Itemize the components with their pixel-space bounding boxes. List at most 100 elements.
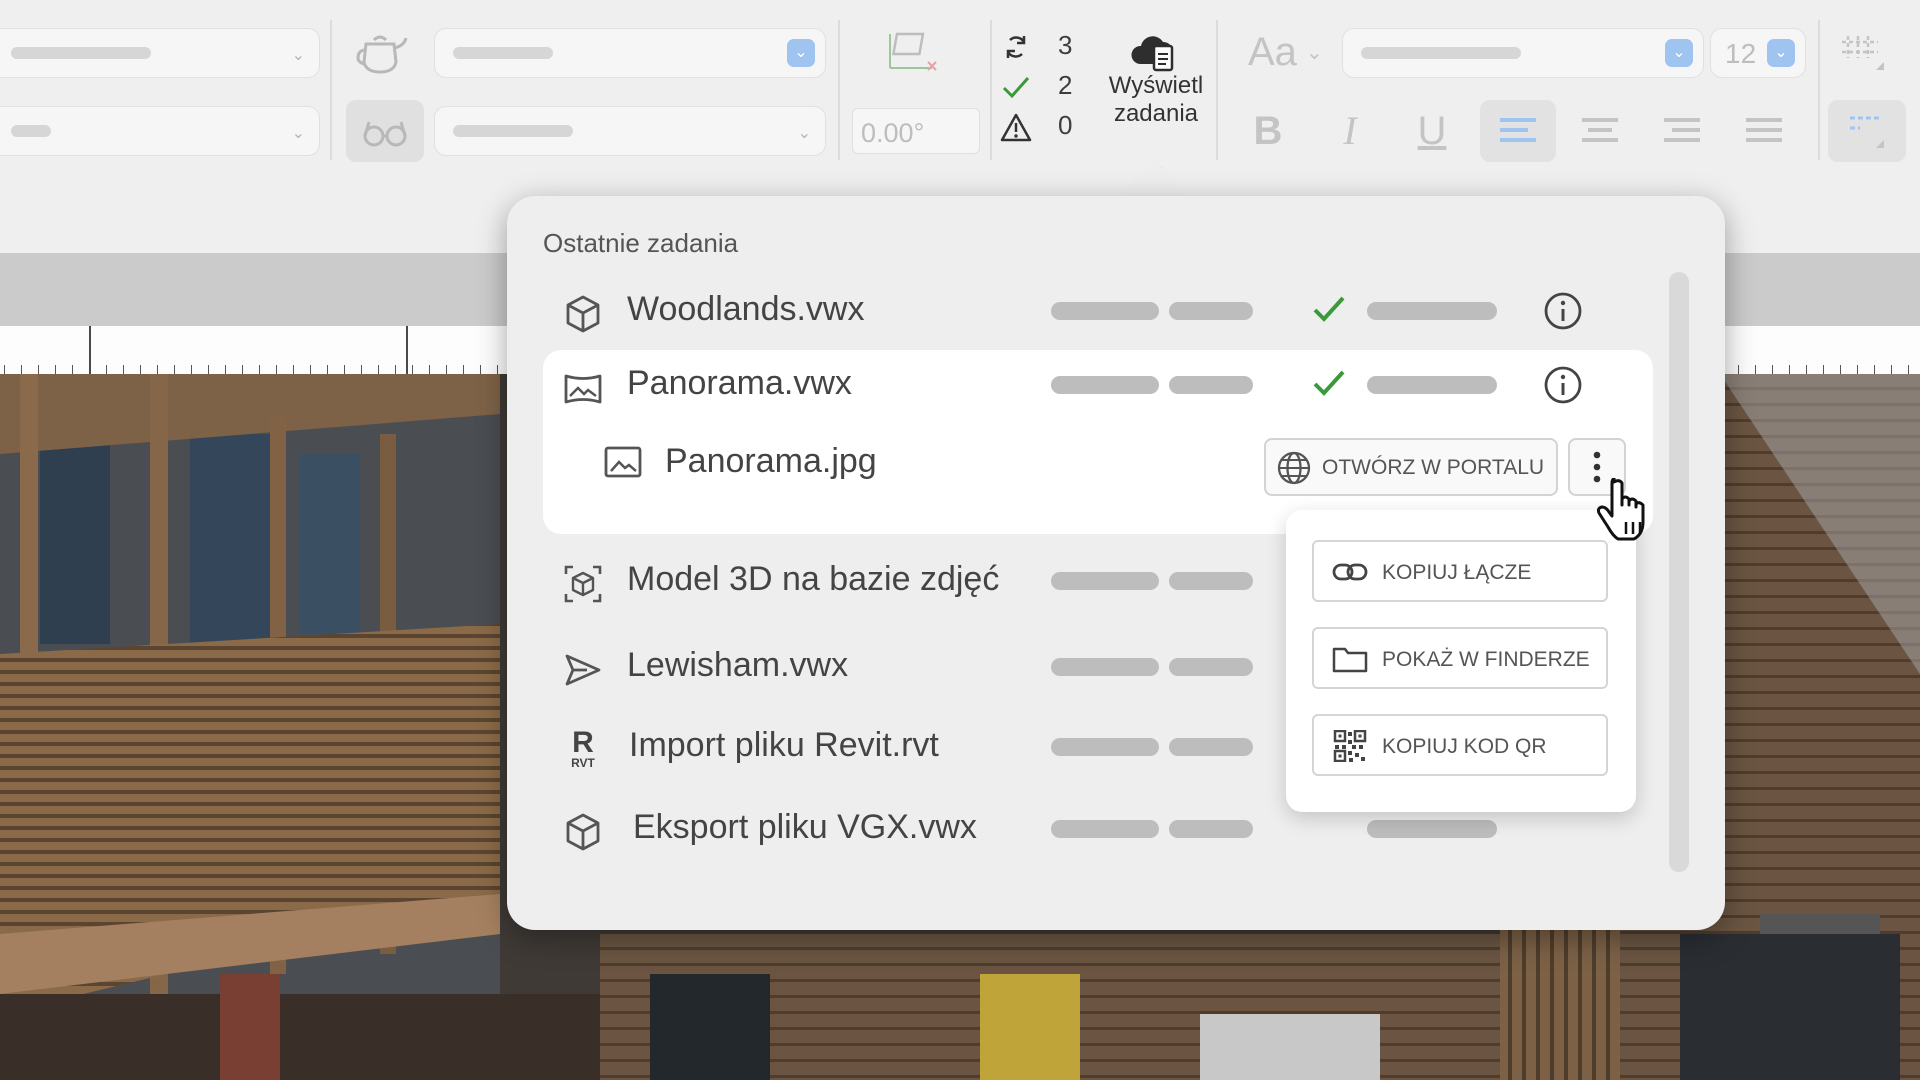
italic-button[interactable]: I [1312,100,1388,162]
task-name: Model 3D na bazie zdjęć [627,560,1000,598]
ruler-tick [1857,365,1858,374]
hand-cursor-icon [1596,478,1645,541]
ruler-tick [276,365,277,374]
chevron-down-icon: ⌄ [787,39,815,67]
chevron-down-icon: ⌄ [291,125,305,142]
ruler-tick [1755,365,1756,374]
ruler-tick [123,365,124,374]
ruler-tick [1789,365,1790,374]
align-center-button[interactable] [1562,100,1638,162]
done-count: 2 [1058,70,1073,100]
check-icon [1002,77,1030,99]
more-options-menu: KOPIUJ ŁĄCZE POKAŻ W FINDERZE KOPIUJ KOD… [1286,510,1636,812]
font-style-button[interactable]: Aa ⌄ [1248,28,1328,78]
send-arrow-icon [565,654,601,686]
ruler-tick [1840,365,1841,374]
open-in-portal-button[interactable]: OTWÓRZ W PORTALU [1264,438,1558,496]
scrollbar[interactable] [1669,272,1689,872]
folder-icon [1332,647,1368,673]
ruler-tick [174,365,175,374]
task-row-woodlands[interactable]: Woodlands.vwx [543,276,1653,346]
ruler-tick [310,365,311,374]
ruler-tick [225,365,226,374]
font-size-field[interactable]: 12 ⌄ [1710,28,1806,78]
ruler-tick [293,365,294,374]
cube-icon [566,813,600,851]
ruler-tick [259,365,260,374]
font-family-dropdown[interactable]: ⌄ [1342,28,1704,78]
chevron-down-icon: ⌄ [291,47,305,64]
glasses-view-button[interactable] [346,100,424,162]
globe-icon [1277,451,1311,485]
ruler-tick [38,365,39,374]
angle-value: 0.00° [861,118,925,148]
grid-snap-icon[interactable] [1836,30,1892,81]
revit-icon: R RVT [563,726,603,771]
layer-dropdown[interactable]: ⌄ [0,106,320,156]
ruler-tick [361,365,362,374]
ruler-tick [72,365,73,374]
ruler-tick [157,365,158,374]
ruler-tick [1772,365,1773,374]
copy-qr-code-button[interactable]: KOPIUJ KOD QR [1312,714,1608,776]
panorama-image-icon [564,374,602,404]
ruler-tick [191,365,192,374]
ruler-tick [1823,365,1824,374]
sync-icon [1006,36,1026,58]
ruler-tick [1806,365,1807,374]
view-tasks-button[interactable]: Wyświetl zadania [1096,28,1216,175]
chevron-down-icon: ⌄ [1306,42,1323,64]
info-icon[interactable] [1543,365,1583,405]
ruler-tick [1738,365,1739,374]
popup-title: Ostatnie zadania [543,228,739,258]
dimension-icon [1850,116,1884,148]
align-right-button[interactable] [1644,100,1720,162]
ruler-tick [242,365,243,374]
info-icon[interactable] [1543,291,1583,331]
ruler-tick [463,365,464,374]
angle-field[interactable]: 0.00° [852,108,980,154]
ruler-tick [55,365,56,374]
render-style-dropdown[interactable]: ⌄ [434,28,826,78]
ruler-major-tick [406,326,408,374]
ruler-tick [395,365,396,374]
in-progress-count: 3 [1058,30,1073,60]
show-in-finder-button[interactable]: POKAŻ W FINDERZE [1312,627,1608,689]
check-icon [1313,370,1345,396]
ruler-tick [208,365,209,374]
teapot-render-icon[interactable] [354,30,410,79]
ruler-tick [327,365,328,374]
align-left-button[interactable] [1480,100,1556,162]
subitem-panorama-jpg[interactable]: Panorama.jpg [603,436,1103,486]
bold-button[interactable]: B [1230,100,1306,162]
view-dropdown[interactable]: ⌄ [434,106,826,156]
ruler-tick [480,365,481,374]
revit-icon-letter: R [572,726,594,759]
link-icon [1332,563,1368,581]
class-dropdown[interactable]: ⌄ [0,28,320,78]
underline-button[interactable]: U [1394,100,1470,162]
ruler-tick [412,365,413,374]
justify-button[interactable] [1726,100,1802,162]
ruler-tick [1908,365,1909,374]
font-icon: Aa [1248,30,1297,74]
ruler-tick [106,365,107,374]
glasses-icon [363,121,407,147]
recent-tasks-popup: Ostatnie zadania Woodlands.vwx Panorama.… [507,196,1725,930]
ruler-tick [344,365,345,374]
font-size-value: 12 [1725,38,1757,69]
copy-link-button[interactable]: KOPIUJ ŁĄCZE [1312,540,1608,602]
working-plane-icon[interactable] [884,28,940,81]
task-name: Woodlands.vwx [627,290,865,328]
ruler-tick [429,365,430,374]
ruler-tick [497,365,498,374]
open-in-portal-label: OTWÓRZ W PORTALU [1322,456,1545,479]
ruler-tick [378,365,379,374]
task-name: Lewisham.vwx [627,646,849,684]
ruler-tick [140,365,141,374]
tasks-label-line1: Wyświetl [1108,72,1204,99]
cloud-tasks-icon [1131,36,1174,72]
ruler-tick [446,365,447,374]
dimension-tool-button[interactable] [1828,100,1906,162]
task-name: Panorama.vwx [627,364,852,402]
